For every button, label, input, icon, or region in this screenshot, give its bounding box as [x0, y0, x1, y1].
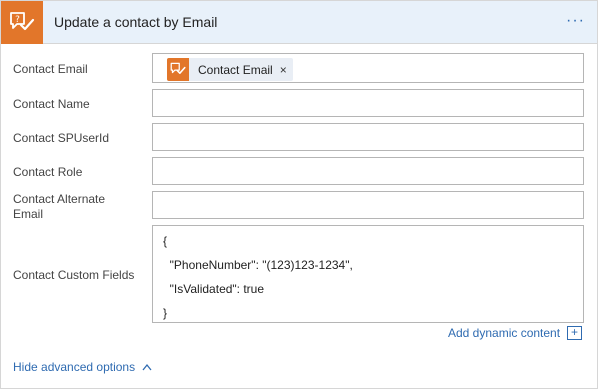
more-options-button[interactable]: ···	[566, 12, 585, 30]
token-remove-button[interactable]: ×	[280, 63, 287, 77]
code-line: }	[163, 306, 168, 320]
contact-name-label: Contact Name	[13, 97, 90, 111]
contact-role-label: Contact Role	[13, 165, 83, 179]
contact-custom-fields-label: Contact Custom Fields	[13, 268, 135, 282]
chat-check-icon	[167, 58, 189, 81]
code-line: "IsValidated": true	[163, 282, 265, 296]
contact-custom-fields-editor[interactable]: { "PhoneNumber": "(123)123-1234", "IsVal…	[152, 225, 584, 323]
contact-email-label: Contact Email	[13, 62, 88, 76]
contact-alternate-email-label: Contact Alternate Email	[13, 192, 105, 222]
code-line: {	[163, 234, 168, 248]
svg-text:?: ?	[15, 15, 20, 25]
action-card: ? Update a contact by Email ··· Contact …	[0, 0, 598, 389]
contact-email-token[interactable]: Contact Email ×	[167, 58, 293, 81]
hide-advanced-options-link[interactable]: Hide advanced options	[13, 360, 135, 374]
token-label: Contact Email	[198, 62, 273, 77]
label-line: Email	[13, 207, 44, 221]
contact-name-input[interactable]	[152, 89, 584, 117]
add-dynamic-content-link[interactable]: Add dynamic content	[448, 326, 560, 340]
contact-spuserid-label: Contact SPUserId	[13, 131, 110, 145]
chevron-up-icon[interactable]	[142, 363, 152, 371]
add-dynamic-content-icon[interactable]: +	[567, 326, 582, 340]
contact-role-input[interactable]	[152, 157, 584, 185]
contact-spuserid-input[interactable]	[152, 123, 584, 151]
action-header[interactable]: ? Update a contact by Email ···	[1, 1, 597, 44]
action-title: Update a contact by Email	[54, 14, 218, 30]
code-line: "PhoneNumber": "(123)123-1234",	[163, 258, 353, 272]
label-line: Contact Alternate	[13, 192, 106, 206]
chat-check-icon: ?	[1, 1, 43, 44]
contact-alternate-email-input[interactable]	[152, 191, 584, 219]
contact-email-field[interactable]: Contact Email ×	[152, 53, 584, 83]
